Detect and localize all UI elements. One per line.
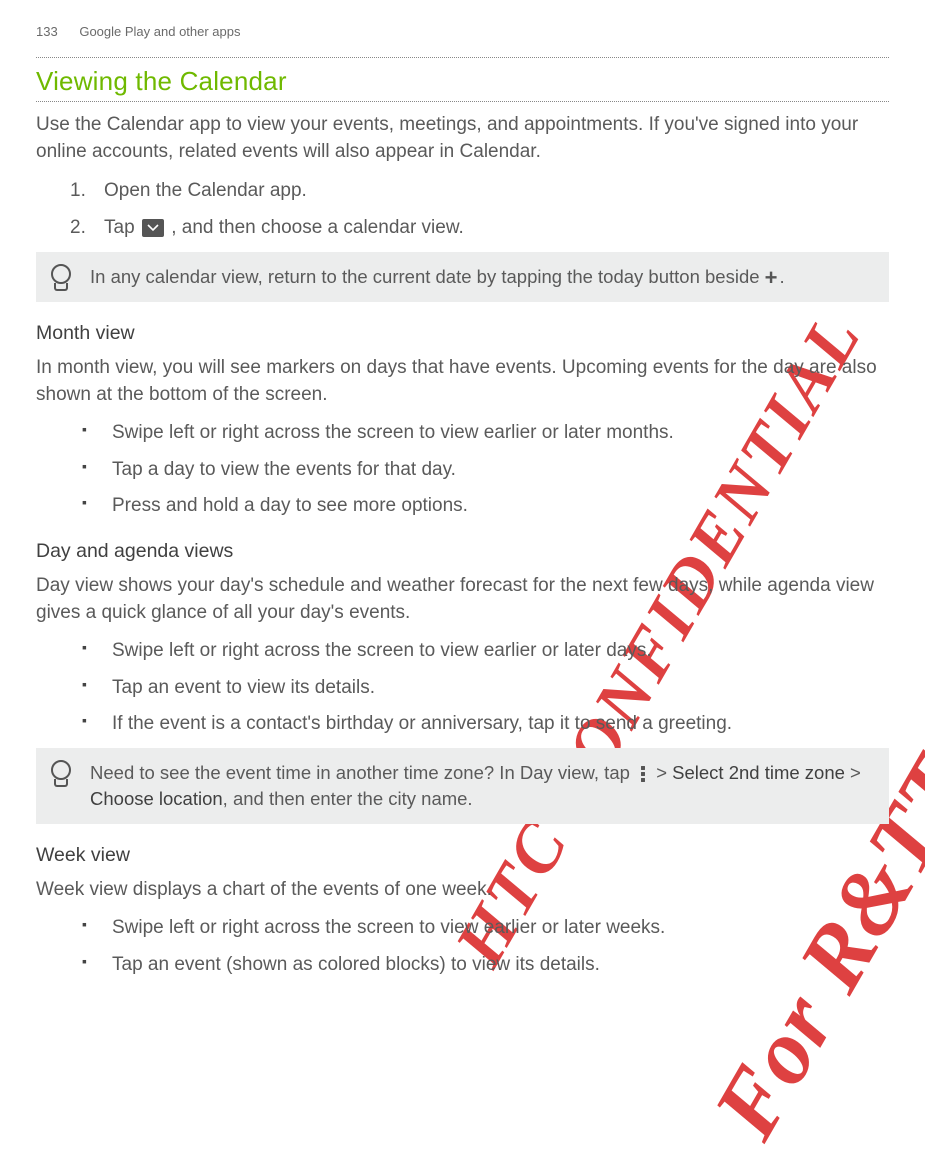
- tip2-pre: Need to see the event time in another ti…: [90, 762, 635, 783]
- list-item: Swipe left or right across the screen to…: [82, 638, 889, 665]
- page-number: 133: [36, 24, 58, 39]
- step-text: Open the Calendar app.: [104, 180, 307, 201]
- list-item: Swipe left or right across the screen to…: [82, 420, 889, 447]
- tip2-mid2: >: [845, 762, 861, 783]
- month-view-heading: Month view: [36, 322, 889, 345]
- list-item: Tap an event to view its details.: [82, 675, 889, 702]
- overflow-icon: [635, 765, 651, 783]
- list-item: Tap an event (shown as colored blocks) t…: [82, 952, 889, 979]
- step-text-b: , and then choose a calendar view.: [171, 217, 464, 238]
- plus-icon: +: [765, 269, 778, 287]
- tip2-bold2: Choose location: [90, 788, 223, 809]
- tip-text-post: .: [780, 266, 785, 287]
- step-2: 2. Tap , and then choose a calendar view…: [70, 214, 889, 243]
- month-view-intro: In month view, you will see markers on d…: [36, 355, 889, 408]
- chapter-title: Google Play and other apps: [79, 24, 240, 39]
- list-item: Swipe left or right across the screen to…: [82, 915, 889, 942]
- step-number: 2.: [70, 214, 86, 243]
- divider: [36, 101, 889, 102]
- tip-text-pre: In any calendar view, return to the curr…: [90, 266, 765, 287]
- lightbulb-icon: [50, 264, 72, 292]
- dropdown-icon: [142, 219, 164, 237]
- day-agenda-intro: Day view shows your day's schedule and w…: [36, 573, 889, 626]
- step-1: 1. Open the Calendar app.: [70, 177, 889, 206]
- section-heading: Viewing the Calendar: [36, 66, 889, 97]
- tip-timezone: Need to see the event time in another ti…: [36, 748, 889, 824]
- list-item: If the event is a contact's birthday or …: [82, 711, 889, 738]
- lightbulb-icon: [50, 760, 72, 788]
- list-item: Press and hold a day to see more options…: [82, 493, 889, 520]
- tip2-mid1: >: [656, 762, 672, 783]
- tip2-post: , and then enter the city name.: [223, 788, 473, 809]
- list-item: Tap a day to view the events for that da…: [82, 457, 889, 484]
- week-view-intro: Week view displays a chart of the events…: [36, 877, 889, 904]
- step-number: 1.: [70, 177, 86, 206]
- page-header: 133 Google Play and other apps: [36, 24, 889, 39]
- day-agenda-heading: Day and agenda views: [36, 540, 889, 563]
- tip-today-button: In any calendar view, return to the curr…: [36, 252, 889, 302]
- week-view-heading: Week view: [36, 844, 889, 867]
- tip2-bold1: Select 2nd time zone: [672, 762, 845, 783]
- step-text-a: Tap: [104, 217, 140, 238]
- intro-paragraph: Use the Calendar app to view your events…: [36, 112, 889, 165]
- divider: [36, 57, 889, 58]
